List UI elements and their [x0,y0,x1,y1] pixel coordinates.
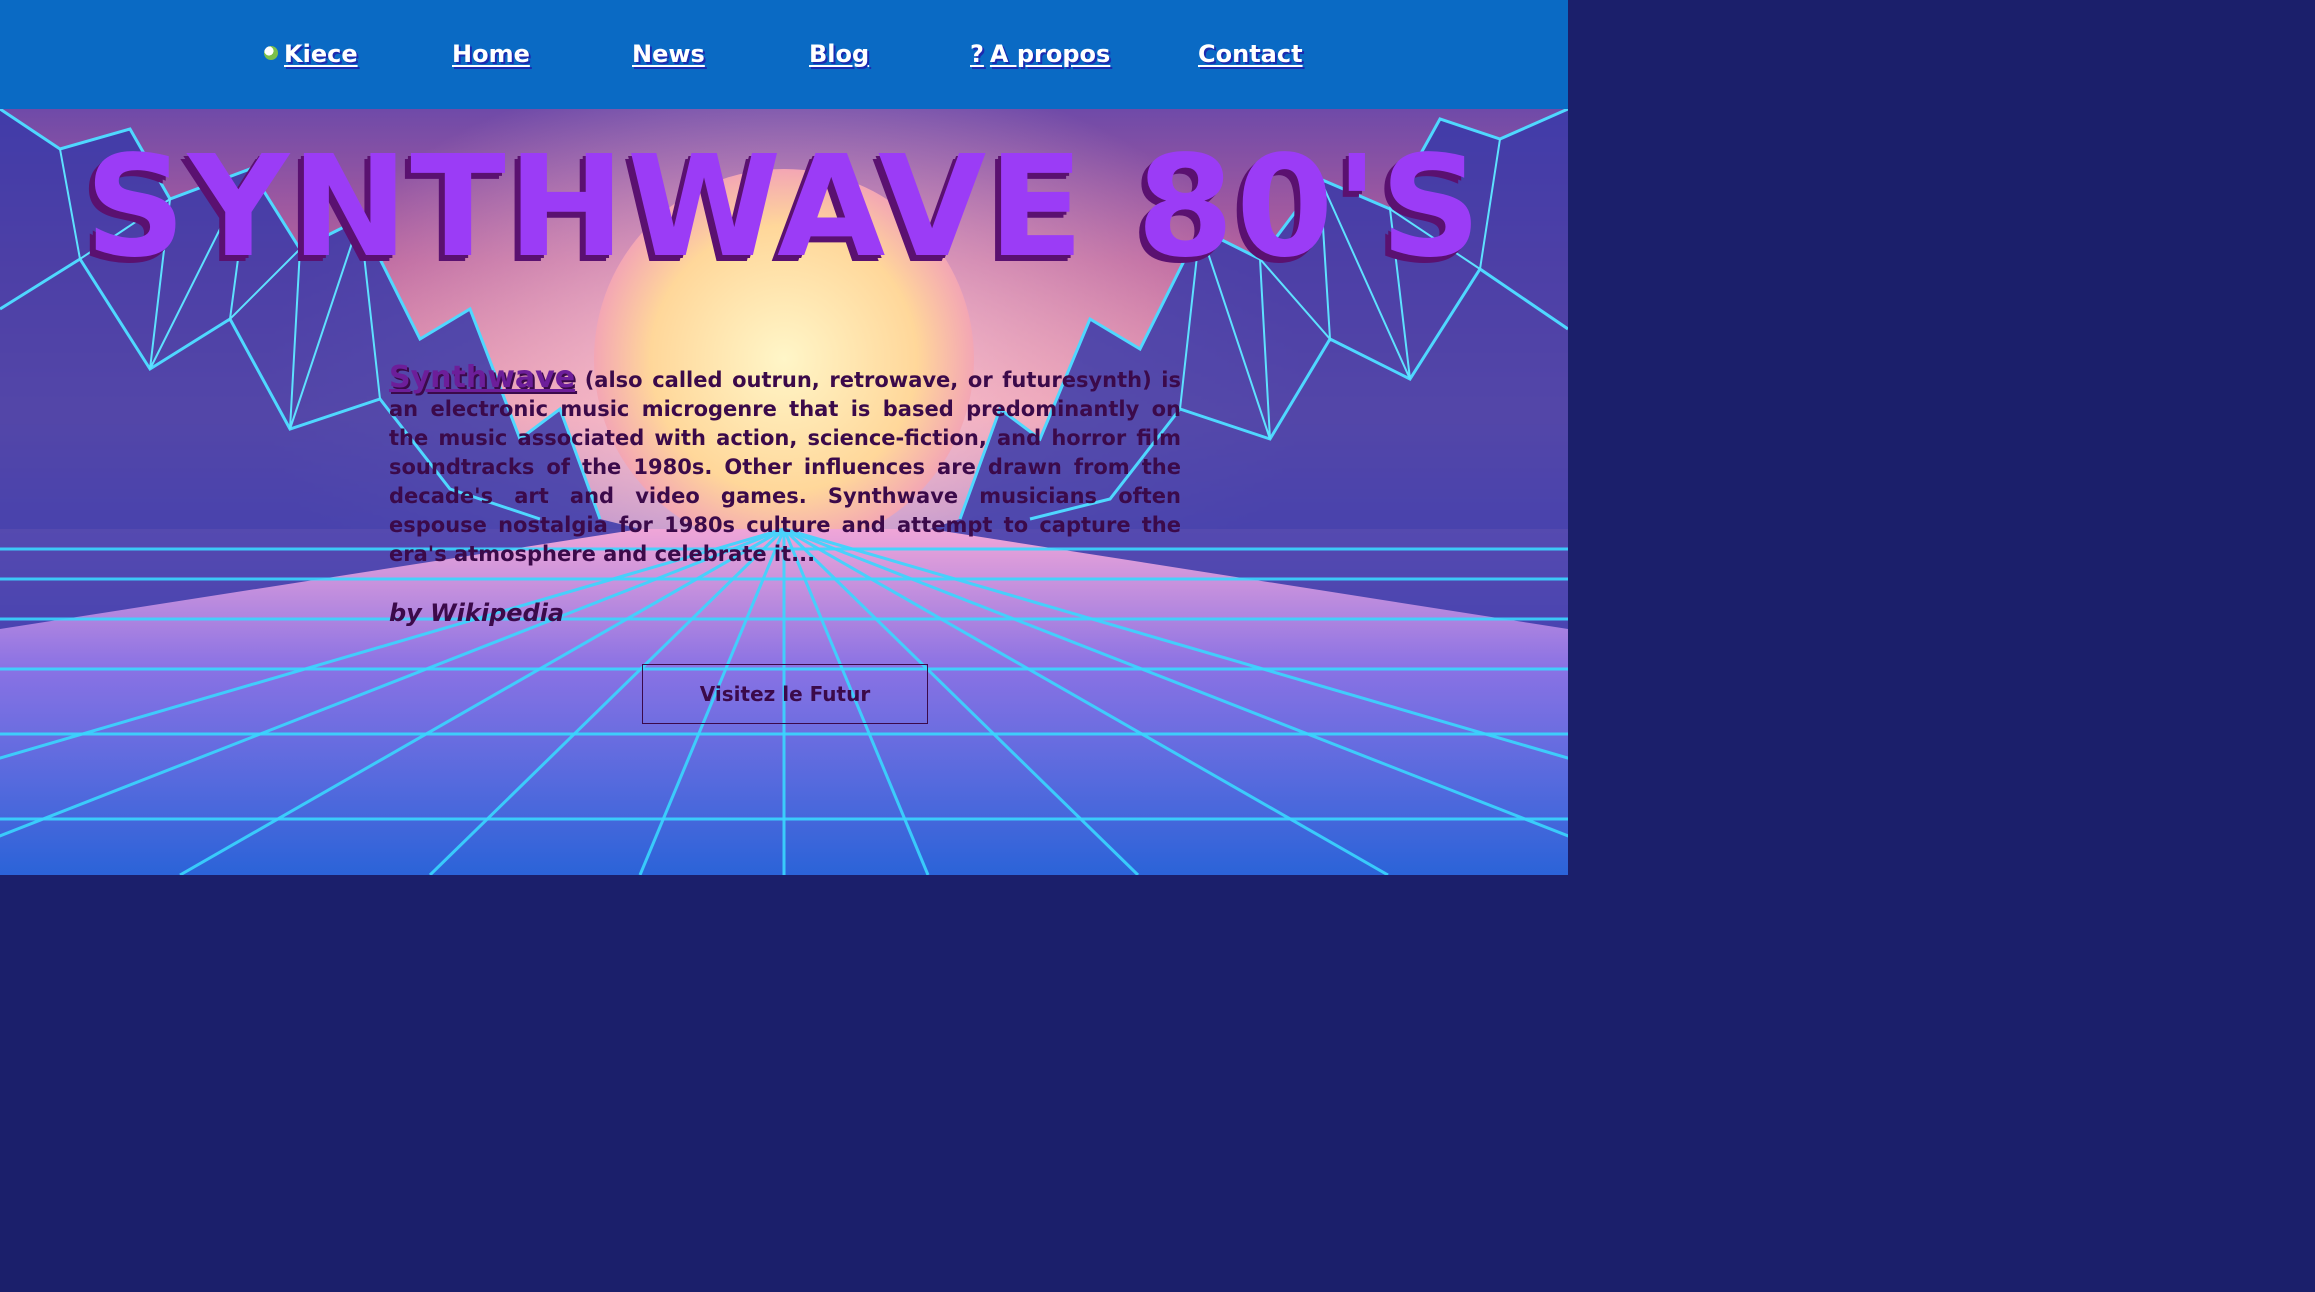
byline: by Wikipedia [389,599,565,627]
nav-link-news[interactable]: News [626,36,705,72]
synthwave-link[interactable]: Synthwave [389,360,575,395]
nav-link-kiece[interactable]: Kiece [264,36,358,72]
nav-label: Contact [1198,40,1303,68]
intro-paragraph: Synthwave (also called outrun, retrowave… [389,363,1181,569]
nav-label: News [632,40,705,68]
nav-link-home[interactable]: Home [446,36,530,72]
nav-label: Home [452,40,530,68]
nav-link-contact[interactable]: Contact [1192,36,1303,72]
intro-text: (also called outrun, retrowave, or futur… [389,368,1181,566]
top-navigation: Kiece Home News Blog ? A propos Contact [0,0,1568,109]
nav-link-blog[interactable]: Blog [803,36,869,72]
hero-section: SYNTHWAVE 80'S Synthwave (also called ou… [0,109,1568,875]
page-title: SYNTHWAVE 80'S [84,126,1484,289]
nav-link-a-propos[interactable]: ? A propos [970,36,1110,72]
nav-label: A propos [989,40,1111,68]
question-icon: ? [970,40,984,68]
nav-label: Kiece [284,40,358,68]
visit-future-button[interactable]: Visitez le Futur [642,664,928,724]
kiece-logo-icon [264,46,278,60]
nav-label: Blog [809,40,870,68]
